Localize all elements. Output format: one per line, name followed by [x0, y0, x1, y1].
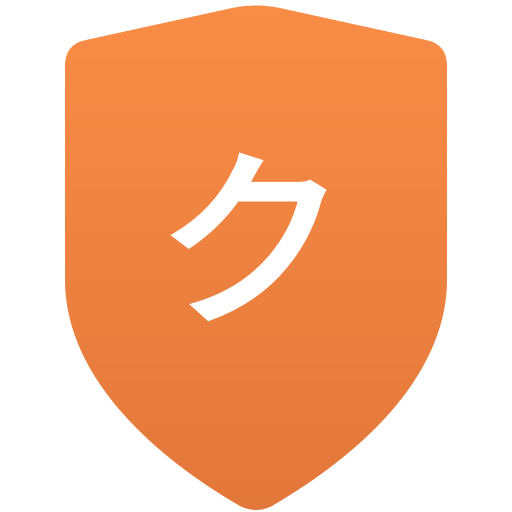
app-icon: ク [0, 0, 512, 512]
shield-icon: ク [65, 5, 447, 510]
badge-glyph: ク [157, 134, 347, 355]
